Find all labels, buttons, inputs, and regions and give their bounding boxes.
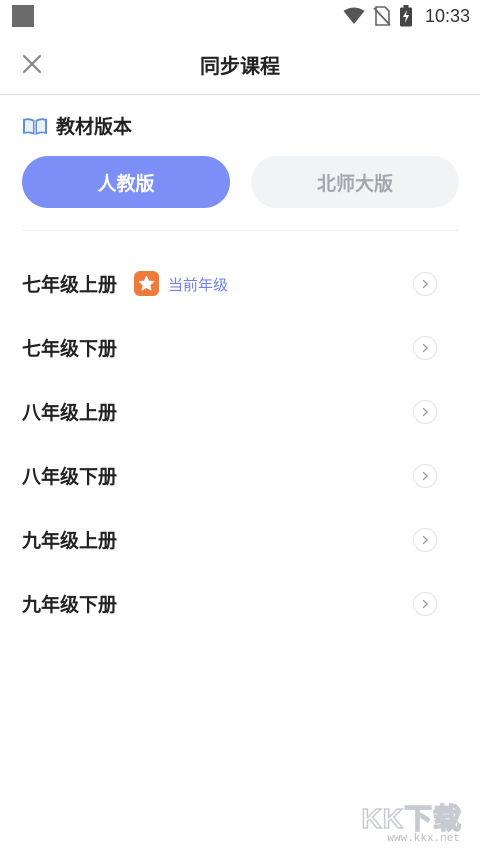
grade-list: 七年级上册 当前年级 七年级下册 八年级上册 八年级下册 九年级上册 九年级下册 [0, 252, 480, 636]
current-grade-tag: 当前年级 [168, 276, 229, 294]
status-bar: 10:33 [0, 0, 480, 32]
divider [22, 230, 459, 231]
page-title: 同步课程 [200, 54, 280, 78]
chevron-right-icon [413, 528, 437, 552]
watermark: KK下载 www.kkx.net [342, 797, 462, 845]
open-book-icon [23, 117, 47, 135]
grade-row-8a[interactable]: 八年级上册 [0, 380, 480, 444]
grade-label: 七年级下册 [22, 338, 118, 360]
grade-row-8b[interactable]: 八年级下册 [0, 444, 480, 508]
tab-beishida[interactable]: 北师大版 [251, 156, 459, 208]
grade-row-7b[interactable]: 七年级下册 [0, 316, 480, 380]
no-sim-icon [373, 6, 391, 26]
chevron-right-icon [413, 592, 437, 616]
grade-label: 九年级上册 [22, 530, 118, 552]
chevron-right-icon [413, 464, 437, 488]
grade-label: 七年级上册 [22, 274, 118, 296]
nav-bar: 同步课程 [0, 32, 480, 95]
tab-renjiao[interactable]: 人教版 [22, 156, 230, 208]
chevron-right-icon [413, 336, 437, 360]
grade-row-9b[interactable]: 九年级下册 [0, 572, 480, 636]
status-time: 10:33 [424, 5, 470, 26]
chevron-right-icon [413, 400, 437, 424]
grade-row-7a[interactable]: 七年级上册 当前年级 [0, 252, 480, 316]
grade-label: 八年级上册 [22, 402, 118, 424]
section-title: 教材版本 [56, 116, 133, 138]
watermark-url: www.kkx.net [387, 833, 460, 845]
star-icon [134, 271, 159, 296]
wifi-icon [343, 7, 365, 24]
grade-label: 八年级下册 [22, 466, 118, 488]
version-tabs: 人教版 北师大版 [22, 156, 459, 208]
battery-charging-icon [399, 5, 412, 27]
grade-label: 九年级下册 [22, 594, 118, 616]
textbook-version-header: 教材版本 [22, 112, 132, 139]
notification-icon [12, 5, 34, 27]
grade-row-9a[interactable]: 九年级上册 [0, 508, 480, 572]
status-icons: 10:33 [343, 5, 470, 27]
watermark-logo: KK下载 [361, 802, 462, 835]
chevron-right-icon [413, 272, 437, 296]
